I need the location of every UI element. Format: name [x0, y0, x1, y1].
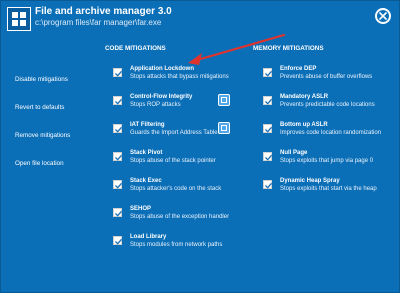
annotation-arrow-icon [188, 33, 286, 65]
mitigation-settings-panel: File and archive manager 3.0 c:\program … [0, 0, 400, 293]
